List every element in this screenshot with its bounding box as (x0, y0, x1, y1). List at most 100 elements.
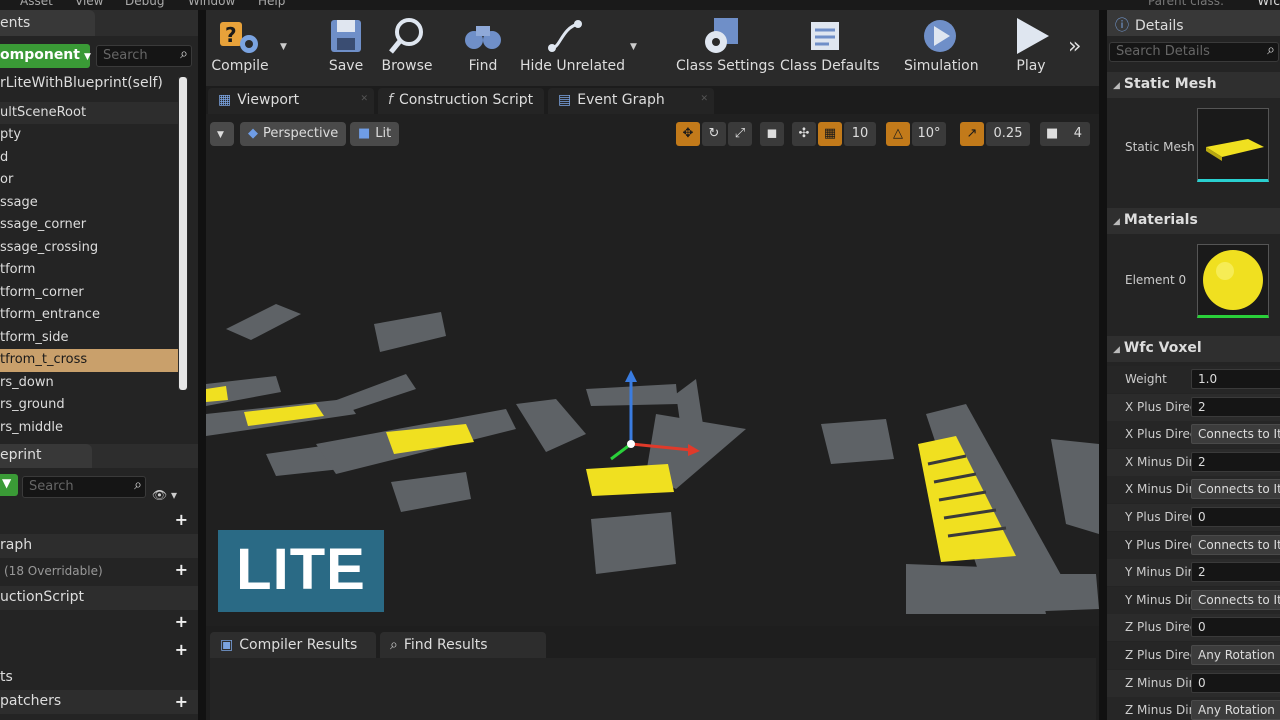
menu-asset[interactable]: Asset (20, 0, 53, 8)
simulation-button[interactable]: Simulation (904, 10, 979, 86)
compile-button[interactable]: ? Compile (210, 10, 270, 86)
category-materials[interactable]: ◢ Materials (1107, 208, 1280, 234)
add-new-button[interactable]: ▼ (0, 474, 18, 496)
viewport-options-dropdown[interactable]: ▼ (210, 122, 234, 146)
add-icon[interactable]: + (175, 510, 188, 529)
category-wfc-voxel[interactable]: ◢ Wfc Voxel (1107, 336, 1280, 362)
component-item[interactable]: rs_ground (0, 394, 178, 417)
tab-find-results[interactable]: ⌕ Find Results (380, 632, 546, 658)
material-thumbnail[interactable] (1197, 244, 1269, 318)
component-root[interactable]: ultSceneRoot (0, 101, 178, 124)
class-settings-button[interactable]: Class Settings (676, 10, 775, 86)
components-scrollbar[interactable] (178, 77, 188, 390)
search-icon[interactable]: ⌕ (134, 477, 142, 493)
component-item[interactable]: rs_down (0, 372, 178, 395)
browse-button[interactable]: Browse (378, 10, 436, 86)
camera-speed-button[interactable]: ■ 4 (1040, 122, 1090, 146)
class-defaults-button[interactable]: Class Defaults (780, 10, 880, 86)
component-item[interactable]: tform_corner (0, 282, 178, 305)
lit-button[interactable]: ■ Lit (350, 122, 400, 146)
translate-tool-icon[interactable]: ✥ (676, 122, 700, 146)
surface-snap-icon[interactable]: ✣ (792, 122, 816, 146)
perspective-button[interactable]: ◆ Perspective (240, 122, 347, 146)
component-item[interactable]: rs_middle (0, 417, 178, 440)
viewport-3d[interactable]: ▼ ◆ Perspective ■ Lit ✥ ↻ ⤢ ◼ ✣ ▦ 10 △ 10°… (206, 114, 1099, 626)
section-construction[interactable]: uctionScript (0, 586, 198, 610)
property-value-input[interactable]: 0 (1191, 507, 1280, 527)
component-item[interactable]: ssage_corner (0, 214, 178, 237)
connection-dropdown[interactable]: Connects to Itsel (1191, 424, 1280, 445)
components-search-input[interactable]: Search ⌕ (96, 45, 192, 67)
static-mesh-thumbnail[interactable] (1197, 108, 1269, 182)
rotation-snap-value[interactable]: 10° (912, 122, 946, 146)
details-search-input[interactable]: Search Details ⌕ (1109, 42, 1279, 62)
close-icon[interactable]: ✕ (700, 94, 708, 104)
save-button[interactable]: Save (324, 10, 368, 86)
add-function-icon[interactable]: + (175, 560, 188, 579)
rotation-snap-icon[interactable]: △ (886, 122, 910, 146)
eye-icon[interactable]: 👁 ▾ (152, 488, 177, 502)
tab-event-graph[interactable]: ▤ Event Graph ✕ (548, 88, 714, 114)
panel-splitter[interactable] (1099, 10, 1107, 720)
compile-options-dropdown[interactable]: ▼ (280, 42, 287, 52)
component-item[interactable]: pty (0, 124, 178, 147)
scale-snap-value[interactable]: 0.25 (986, 122, 1030, 146)
property-value-input[interactable]: 1.0 (1191, 369, 1280, 389)
add-variable-icon[interactable]: + (175, 640, 188, 659)
grid-snap-icon[interactable]: ▦ (818, 122, 842, 146)
double-chevron-right-icon[interactable]: » (1068, 34, 1081, 59)
find-button[interactable]: Find (460, 10, 506, 86)
connection-dropdown[interactable]: Connects to Itsel (1191, 589, 1280, 610)
parent-class-value[interactable]: Wfc (1257, 0, 1280, 8)
connection-dropdown[interactable]: Any Rotation (1191, 645, 1280, 665)
category-static-mesh[interactable]: ◢ Static Mesh (1107, 72, 1280, 98)
hide-unrelated-dropdown[interactable]: ▼ (630, 42, 637, 52)
add-dispatcher-icon[interactable]: + (175, 692, 188, 711)
menu-help[interactable]: Help (258, 0, 285, 8)
connection-dropdown[interactable]: Connects to Itsel (1191, 479, 1280, 500)
hide-unrelated-button[interactable]: Hide Unrelated (520, 10, 625, 86)
details-tab[interactable]: ⓘ Details (1107, 10, 1280, 36)
component-item[interactable]: tform_side (0, 327, 178, 350)
close-icon[interactable]: ✕ (360, 94, 368, 104)
property-value-input[interactable]: 2 (1191, 451, 1280, 472)
component-item[interactable]: d (0, 147, 178, 170)
property-value-input[interactable]: 2 (1191, 562, 1280, 583)
add-component-button[interactable]: omponent ▼ (0, 44, 91, 68)
connection-dropdown[interactable]: Connects to Itsel (1191, 534, 1280, 555)
scrollbar-thumb[interactable] (179, 77, 187, 390)
my-blueprint-search-input[interactable]: Search ⌕ (22, 476, 146, 498)
component-item[interactable]: ssage (0, 192, 178, 215)
panel-splitter[interactable] (198, 10, 206, 720)
menu-view[interactable]: View (75, 0, 103, 8)
search-icon[interactable]: ⌕ (180, 46, 188, 62)
property-value-input[interactable]: 0 (1191, 617, 1280, 638)
search-icon[interactable]: ⌕ (1267, 42, 1275, 58)
play-button[interactable]: Play (1006, 10, 1056, 86)
component-item[interactable]: tform (0, 259, 178, 282)
menu-debug[interactable]: Debug (125, 0, 164, 8)
rotate-tool-icon[interactable]: ↻ (702, 122, 726, 146)
component-item[interactable]: or (0, 169, 178, 192)
my-blueprint-tab[interactable]: eprint (0, 444, 92, 468)
section-graph[interactable]: raph (0, 534, 198, 558)
section-dispatchers[interactable]: patchers + (0, 690, 198, 714)
component-item-selected[interactable]: tfrom_t_cross (0, 349, 178, 372)
grid-snap-value[interactable]: 10 (844, 122, 876, 146)
component-item[interactable]: ssage_crossing (0, 237, 178, 260)
property-value-input[interactable]: 0 (1191, 672, 1280, 693)
component-self[interactable]: rLiteWithBlueprint(self) (0, 72, 178, 95)
menu-window[interactable]: Window (188, 0, 235, 8)
scale-tool-icon[interactable]: ⤢ (728, 122, 752, 146)
add-macro-icon[interactable]: + (175, 612, 188, 631)
property-value-input[interactable]: 2 (1191, 396, 1280, 417)
connection-dropdown[interactable]: Any Rotation (1191, 700, 1280, 720)
tab-construction-script[interactable]: f Construction Script (378, 88, 544, 114)
components-tab[interactable]: ents (0, 10, 95, 36)
component-item[interactable]: tform_entrance (0, 304, 178, 327)
world-local-icon[interactable]: ◼ (760, 122, 784, 146)
tab-viewport[interactable]: ▦ Viewport ✕ (208, 88, 374, 114)
section-ts[interactable]: ts (0, 666, 198, 690)
tab-compiler-results[interactable]: ▣ Compiler Results (210, 632, 376, 658)
scale-snap-icon[interactable]: ↗ (960, 122, 984, 146)
